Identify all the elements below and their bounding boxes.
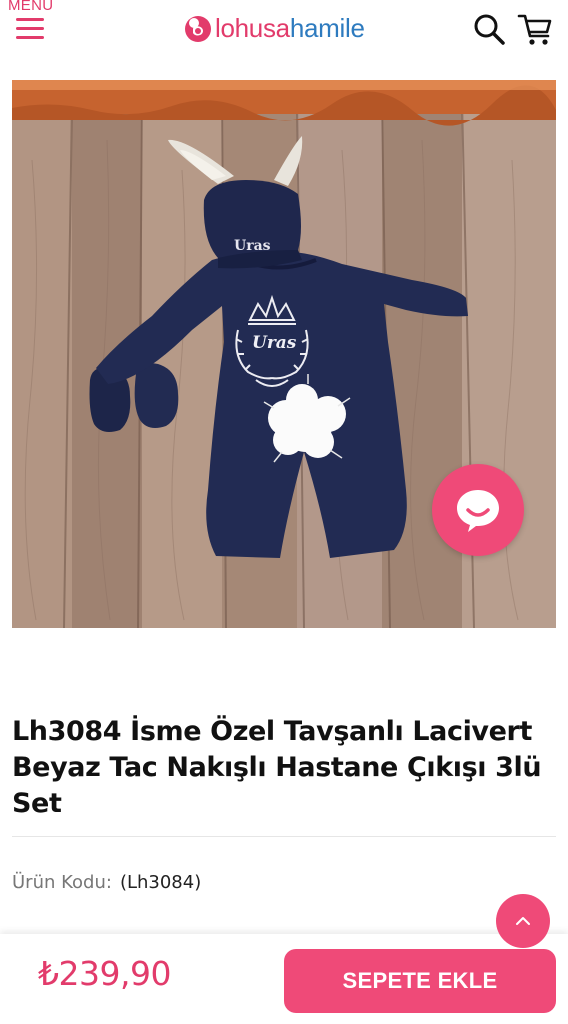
search-button[interactable] [472,12,506,46]
cart-button[interactable] [516,10,554,48]
product-code-label: Ürün Kodu: [12,872,112,893]
logo-text-lohusa: lohusa [215,12,290,43]
divider [12,836,556,837]
scroll-top-button[interactable] [496,894,550,948]
cart-icon [517,14,552,45]
add-to-cart-button[interactable]: SEPETE EKLE [284,949,556,1013]
product-code-row: Ürün Kodu: (Lh3084) [12,872,201,893]
chat-button[interactable] [432,464,524,556]
bottom-purchase-bar: ₺239,90 SEPETE EKLE [0,934,568,1024]
site-logo[interactable]: lohusahamile [183,8,365,48]
logo-text-hamile: hamile [289,12,365,43]
chat-icon [457,490,499,532]
body-embroidery-text: Uras [252,333,297,353]
product-title: Lh3084 İsme Özel Tavşanlı Lacivert Beyaz… [12,716,542,819]
menu-button[interactable]: MENU [6,0,58,50]
logo-mark-icon [185,16,211,42]
hat-embroidery-text: Uras [234,238,271,254]
hamburger-icon [16,18,44,40]
chevron-up-icon [516,917,530,925]
header: MENU lohusahamile [0,0,568,60]
menu-label: MENU [8,0,54,14]
product-code-value: (Lh3084) [119,872,202,893]
product-price: ₺239,90 [38,954,171,993]
search-icon [474,14,505,45]
